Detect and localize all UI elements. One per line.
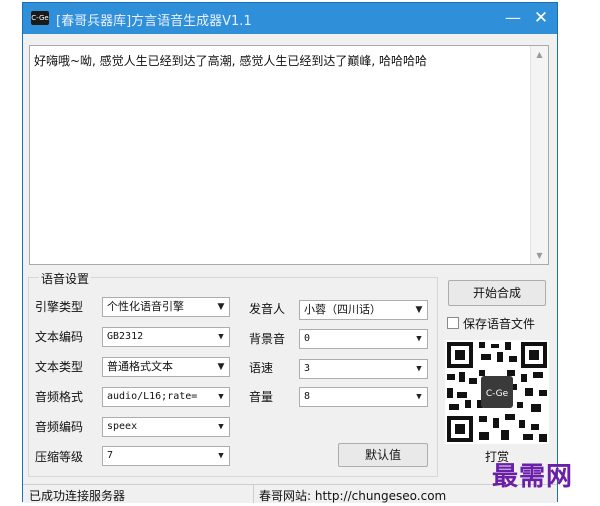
speed-value: 3: [304, 363, 311, 374]
chevron-down-icon[interactable]: ▼: [213, 418, 229, 436]
engine-type-select[interactable]: 个性化语音引擎 ▼: [102, 297, 230, 317]
chevron-down-icon[interactable]: ▼: [411, 301, 427, 319]
text-encoding-value: GB2312: [107, 331, 144, 342]
qr-code-icon: C-Ge: [445, 340, 549, 444]
watermark-logo: 最需网: [492, 462, 574, 492]
title-bar[interactable]: C-Ge [春哥兵器库]方言语音生成器V1.1 — ✕: [23, 3, 557, 34]
compression-level-value: 7: [107, 450, 114, 461]
voice-settings-group: 语音设置 引擎类型 个性化语音引擎 ▼ 文本编码 GB2312 ▼ 文本类型 普…: [28, 270, 438, 477]
save-audio-checkbox[interactable]: [447, 317, 459, 329]
speed-select[interactable]: 3 ▼: [299, 359, 428, 379]
chevron-down-icon[interactable]: ▼: [213, 447, 229, 465]
close-button[interactable]: ✕: [529, 6, 553, 30]
speaker-label: 发音人: [249, 302, 286, 316]
volume-value: 8: [304, 391, 311, 402]
volume-label: 音量: [249, 390, 274, 404]
volume-select[interactable]: 8 ▼: [299, 387, 428, 407]
engine-type-label: 引擎类型: [35, 300, 84, 314]
status-bar: 已成功连接服务器 春哥网站: http://chungeseo.com: [23, 484, 557, 503]
audio-codec-label: 音频编码: [35, 420, 84, 434]
speed-label: 语速: [249, 361, 274, 375]
scroll-up-icon[interactable]: ▲: [531, 46, 548, 63]
chevron-down-icon[interactable]: ▼: [213, 328, 229, 346]
background-sound-label: 背景音: [249, 332, 286, 346]
chevron-down-icon[interactable]: ▼: [411, 330, 427, 348]
app-window: C-Ge [春哥兵器库]方言语音生成器V1.1 — ✕ 好嗨哦~呦, 感觉人生已…: [22, 2, 558, 503]
text-type-label: 文本类型: [35, 360, 84, 374]
chevron-down-icon[interactable]: ▼: [411, 388, 427, 406]
chevron-down-icon[interactable]: ▼: [411, 360, 427, 378]
chevron-down-icon[interactable]: ▼: [213, 388, 229, 406]
vertical-scrollbar[interactable]: ▲ ▼: [530, 46, 548, 264]
website-status: 春哥网站: http://chungeseo.com: [259, 489, 447, 503]
start-synthesis-button[interactable]: 开始合成: [448, 280, 546, 306]
speaker-value: 小蓉（四川话）: [304, 303, 381, 316]
window-title: [春哥兵器库]方言语音生成器V1.1: [56, 14, 252, 29]
audio-format-label: 音频格式: [35, 390, 84, 404]
audio-format-value: audio/L16;rate=: [107, 391, 198, 402]
audio-codec-value: speex: [107, 421, 138, 432]
background-sound-value: 0: [304, 333, 311, 344]
text-encoding-label: 文本编码: [35, 330, 84, 344]
audio-codec-select[interactable]: speex ▼: [102, 417, 230, 437]
chevron-down-icon[interactable]: ▼: [213, 358, 229, 376]
scroll-down-icon[interactable]: ▼: [531, 247, 548, 264]
qr-center-text: C-Ge: [486, 389, 509, 399]
connection-status: 已成功连接服务器: [29, 489, 126, 503]
default-values-button[interactable]: 默认值: [338, 443, 428, 467]
voice-settings-title: 语音设置: [39, 270, 92, 287]
compression-level-label: 压缩等级: [35, 450, 84, 464]
compression-level-select[interactable]: 7 ▼: [102, 446, 230, 466]
text-input-area[interactable]: 好嗨哦~呦, 感觉人生已经到达了高潮, 感觉人生已经到达了巅峰, 哈哈哈哈 ▲ …: [29, 45, 549, 265]
text-encoding-select[interactable]: GB2312 ▼: [102, 327, 230, 347]
background-sound-select[interactable]: 0 ▼: [299, 329, 428, 349]
audio-format-select[interactable]: audio/L16;rate= ▼: [102, 387, 230, 407]
text-type-value: 普通格式文本: [107, 360, 173, 373]
chevron-down-icon[interactable]: ▼: [213, 298, 229, 316]
save-audio-label[interactable]: 保存语音文件: [463, 315, 535, 332]
speaker-select[interactable]: 小蓉（四川话） ▼: [299, 300, 428, 320]
status-divider: [253, 485, 254, 503]
text-type-select[interactable]: 普通格式文本 ▼: [102, 357, 230, 377]
app-logo-icon: C-Ge: [31, 11, 49, 25]
input-text[interactable]: 好嗨哦~呦, 感觉人生已经到达了高潮, 感觉人生已经到达了巅峰, 哈哈哈哈: [34, 52, 529, 69]
minimize-button[interactable]: —: [501, 6, 525, 30]
engine-type-value: 个性化语音引擎: [107, 300, 184, 313]
